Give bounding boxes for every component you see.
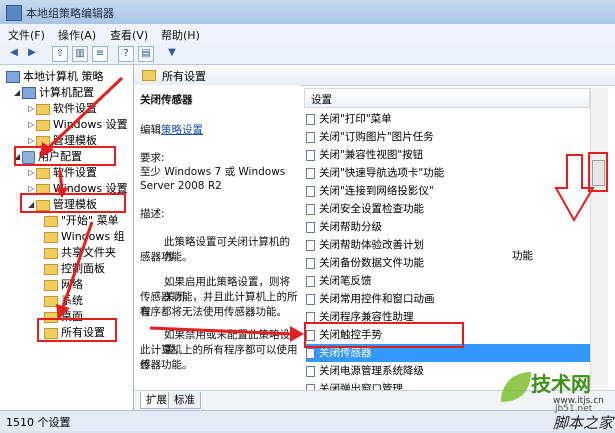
watermark: 技术网 www.itjs.cn jb51.net 脚本之家 bbox=[495, 360, 615, 432]
leaf-logo-icon bbox=[501, 372, 531, 402]
watermark-brand: 技术网 bbox=[531, 372, 591, 396]
